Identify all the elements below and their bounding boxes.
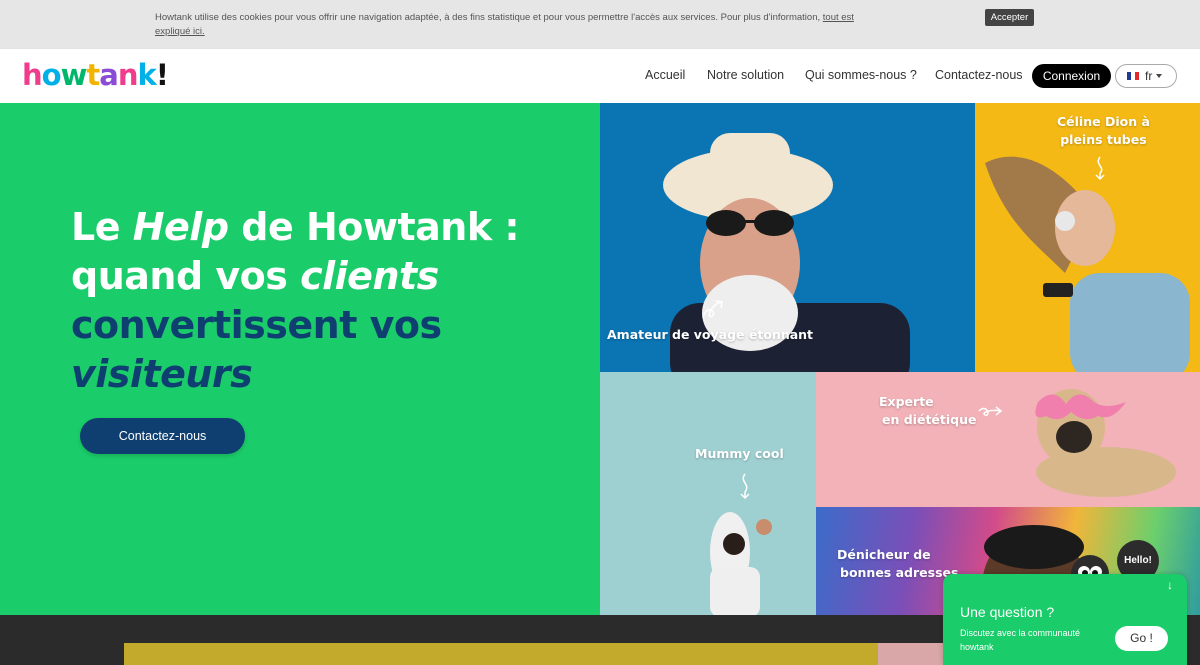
chat-title: Une question ? (960, 604, 1055, 620)
collapse-chat-icon[interactable]: ↓ (1167, 578, 1173, 592)
logo-letter: o (41, 58, 62, 92)
french-flag-icon (1127, 72, 1139, 80)
nav-contactez-nous[interactable]: Contactez-nous (935, 68, 1023, 82)
nav-accueil[interactable]: Accueil (645, 68, 685, 82)
tile-caption: Mummy cool (695, 446, 784, 461)
mummy-photo (710, 512, 772, 615)
tile-caption: Dénicheur de bonnes adresses (837, 546, 958, 582)
curly-arrow-icon (740, 473, 750, 500)
hero-text: Le (71, 205, 133, 249)
curly-arrow-icon (978, 406, 1003, 416)
hero-section: Le Help de Howtank : quand vos clients c… (0, 103, 600, 615)
logo-letter: w (60, 58, 88, 92)
contact-us-button[interactable]: Contactez-nous (80, 418, 245, 454)
tile-mummy: Mummy cool (600, 372, 816, 615)
hero-title: Le Help de Howtank : quand vos clients c… (71, 203, 571, 399)
howtank-logo[interactable]: howtank! (22, 58, 169, 92)
tile-singer: Céline Dion à pleins tubes (975, 103, 1200, 372)
hero-text: de Howtank : (228, 205, 520, 249)
logo-letter: a (99, 58, 119, 92)
cookie-text: Howtank utilise des cookies pour vous of… (155, 11, 885, 39)
language-selector[interactable]: fr (1115, 64, 1177, 88)
login-button[interactable]: Connexion (1032, 64, 1111, 88)
logo-letter: h (22, 58, 43, 92)
language-label: fr (1145, 69, 1153, 83)
logo-letter: t (86, 58, 100, 92)
logo-letter: n (117, 58, 139, 92)
tile-dietician: Experte en diététique (816, 372, 1200, 507)
tile-caption-line: Experte (879, 394, 934, 409)
tile-traveler: Amateur de voyage étonnant (600, 103, 975, 372)
tile-caption-line: Dénicheur de (837, 547, 931, 562)
logo-letter: k (137, 58, 157, 92)
hero-text: quand vos (71, 254, 301, 298)
site-header: howtank! Accueil Notre solution Qui somm… (0, 49, 1200, 103)
tile-caption-line: Céline Dion à (1057, 114, 1150, 129)
footer-image-pink (878, 643, 948, 665)
pug-photo (1035, 389, 1176, 497)
tile-caption: Amateur de voyage étonnant (607, 327, 814, 342)
caret-down-icon (1156, 74, 1163, 78)
nav-notre-solution[interactable]: Notre solution (707, 68, 784, 82)
cookie-message: Howtank utilise des cookies pour vous of… (155, 12, 821, 23)
curly-arrow-icon (1095, 156, 1105, 181)
tile-caption-line: en diététique (882, 412, 977, 427)
logo-letter: ! (155, 58, 169, 92)
tile-caption-line: bonnes adresses (840, 565, 959, 580)
hero-text: convertissent vos (71, 303, 442, 347)
curly-arrow-icon (702, 300, 723, 319)
tile-caption: Experte en diététique (879, 393, 976, 429)
tile-caption-line: pleins tubes (1060, 132, 1147, 147)
footer-image-gold (124, 643, 878, 665)
cookie-banner: Howtank utilise des cookies pour vous of… (0, 0, 1200, 49)
tile-caption: Céline Dion à pleins tubes (1057, 113, 1150, 149)
hero-text: Help (132, 205, 229, 249)
hero-text: visiteurs (71, 352, 253, 396)
chat-go-button[interactable]: Go ! (1115, 626, 1168, 651)
chat-subtitle: Discutez avec la communauté howtank (960, 628, 1081, 652)
accept-cookies-button[interactable]: Accepter (985, 9, 1034, 26)
nav-qui-sommes-nous[interactable]: Qui sommes-nous ? (805, 68, 917, 82)
hero-text: clients (300, 254, 439, 298)
chat-widget: ↓ Une question ? Discutez avec la commun… (943, 574, 1187, 665)
